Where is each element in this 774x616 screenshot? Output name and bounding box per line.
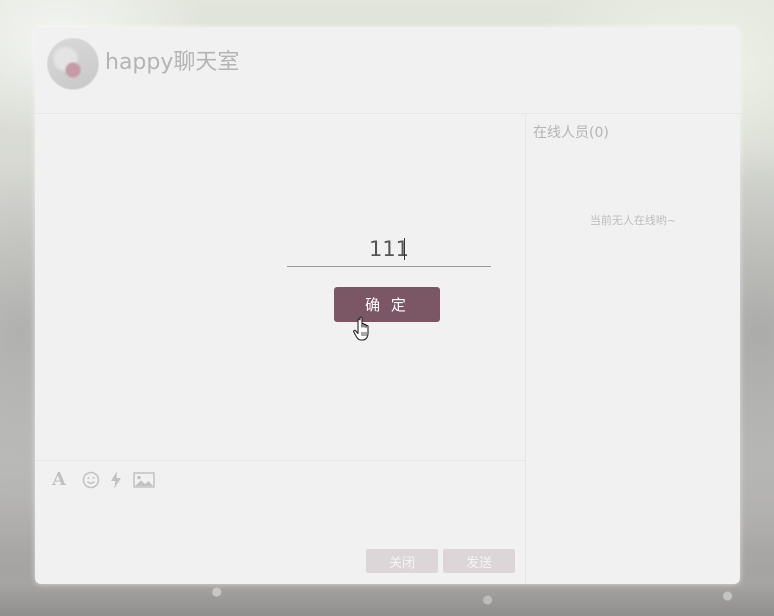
flash-icon[interactable] — [110, 471, 122, 489]
online-empty-text: 当前无人在线哟~ — [589, 214, 677, 227]
avatar[interactable] — [47, 38, 99, 90]
chat-area: 确 定 A 关闭 发送 — [35, 114, 526, 584]
message-toolbar: A — [35, 460, 525, 497]
send-button[interactable]: 发送 — [443, 549, 515, 573]
image-icon[interactable] — [133, 471, 155, 489]
page-title: happy聊天室 — [105, 50, 240, 75]
hand-pointer-icon — [353, 316, 369, 341]
text-caret — [404, 238, 405, 260]
close-button[interactable]: 关闭 — [366, 549, 438, 573]
emoji-icon[interactable] — [82, 471, 100, 489]
chat-window: happy聊天室 确 定 A — [35, 27, 740, 584]
chat-header: happy聊天室 — [35, 27, 740, 114]
online-users-title: 在线人员(0) — [533, 125, 609, 141]
online-users-panel: 在线人员(0) 当前无人在线哟~ — [526, 114, 740, 584]
confirm-button[interactable]: 确 定 — [334, 287, 440, 322]
nickname-input[interactable] — [287, 232, 491, 267]
font-icon[interactable]: A — [52, 469, 66, 490]
